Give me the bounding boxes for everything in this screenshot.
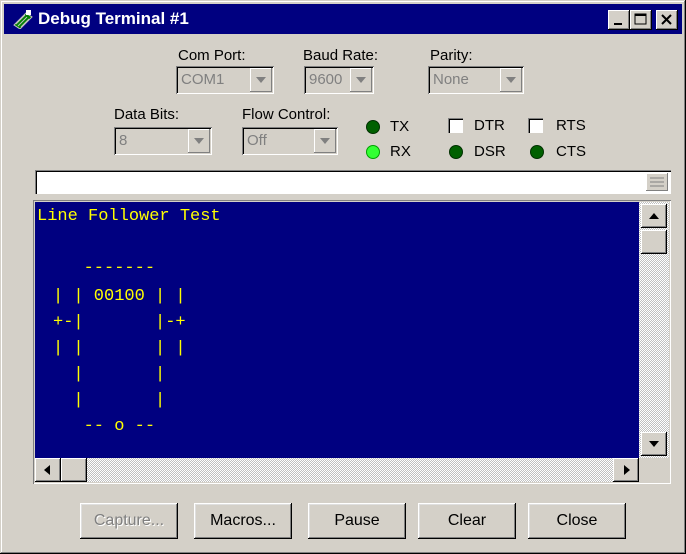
- receive-terminal[interactable]: Line Follower Test ------- | | 00100 | |…: [35, 202, 639, 458]
- chevron-down-icon: [320, 138, 330, 144]
- parity-value: None: [433, 71, 469, 88]
- arrow-up-icon: [649, 213, 659, 219]
- chevron-down-icon: [194, 138, 204, 144]
- rx-label: RX: [390, 143, 411, 160]
- rts-label: RTS: [556, 117, 586, 134]
- data-bits-dropdown-button[interactable]: [188, 129, 210, 153]
- cts-led: [530, 145, 544, 159]
- scrollbar-corner: [639, 458, 669, 482]
- terminal-line: +-| |-+: [53, 313, 186, 332]
- terminal-line: | |: [53, 365, 166, 384]
- terminal-line: -------: [53, 259, 156, 278]
- minimize-icon: [614, 23, 622, 25]
- parity-label: Parity:: [430, 47, 473, 64]
- menu-lines-icon: [650, 177, 664, 187]
- window-title: Debug Terminal #1: [38, 9, 189, 28]
- baud-rate-label: Baud Rate:: [303, 47, 379, 64]
- com-port-select[interactable]: COM1: [176, 66, 274, 94]
- minimize-button[interactable]: [608, 10, 630, 30]
- baud-rate-dropdown-button[interactable]: [350, 68, 372, 92]
- scroll-left-button[interactable]: [35, 458, 61, 482]
- title-bar[interactable]: Debug Terminal #1: [4, 4, 682, 34]
- horizontal-scrollbar[interactable]: [35, 458, 639, 482]
- terminal-line: | | | |: [53, 339, 186, 358]
- parity-select[interactable]: None: [428, 66, 524, 94]
- transmit-input[interactable]: [35, 170, 671, 194]
- scroll-up-button[interactable]: [641, 204, 667, 228]
- dsr-led: [449, 145, 463, 159]
- flow-control-value: Off: [247, 132, 267, 149]
- com-port-dropdown-button[interactable]: [250, 68, 272, 92]
- terminal-line: Line Follower Test: [37, 207, 221, 226]
- rts-checkbox[interactable]: [528, 118, 543, 133]
- scroll-thumb[interactable]: [641, 230, 667, 254]
- scroll-right-button[interactable]: [613, 458, 639, 482]
- chevron-down-icon: [506, 77, 516, 83]
- dtr-label: DTR: [474, 117, 505, 134]
- flow-control-label: Flow Control:: [242, 106, 331, 123]
- chevron-down-icon: [356, 77, 366, 83]
- hscroll-thumb[interactable]: [61, 458, 87, 482]
- rx-led: [366, 145, 380, 159]
- macros-button[interactable]: Macros...: [194, 503, 292, 539]
- data-bits-value: 8: [119, 132, 128, 149]
- maximize-icon: [634, 13, 647, 25]
- dtr-checkbox[interactable]: [448, 118, 463, 133]
- arrow-left-icon: [44, 465, 50, 475]
- terminal-line: | | 00100 | |: [53, 287, 186, 306]
- com-port-value: COM1: [181, 71, 225, 88]
- tx-label: TX: [390, 118, 410, 135]
- clear-button[interactable]: Clear: [418, 503, 516, 539]
- debug-terminal-window: Debug Terminal #1 Com Port: COM1 Baud Ra…: [0, 0, 686, 554]
- data-bits-label: Data Bits:: [114, 106, 180, 123]
- com-port-label: Com Port:: [178, 47, 246, 64]
- close-button[interactable]: Close: [528, 503, 626, 539]
- scroll-down-button[interactable]: [641, 432, 667, 456]
- parity-dropdown-button[interactable]: [500, 68, 522, 92]
- data-bits-select[interactable]: 8: [114, 127, 212, 155]
- baud-rate-value: 9600: [309, 71, 343, 88]
- close-icon: [661, 14, 672, 25]
- stamp-board-icon: [13, 10, 33, 29]
- tx-led: [366, 120, 380, 134]
- terminal-line: | |: [53, 391, 166, 410]
- cts-label: CTS: [556, 143, 586, 160]
- chevron-down-icon: [256, 77, 266, 83]
- pause-button[interactable]: Pause: [308, 503, 406, 539]
- arrow-down-icon: [649, 441, 659, 447]
- dsr-label: DSR: [474, 143, 506, 160]
- close-window-button[interactable]: [656, 10, 678, 30]
- capture-button[interactable]: Capture...: [80, 503, 178, 539]
- flow-control-select[interactable]: Off: [242, 127, 338, 155]
- baud-rate-select[interactable]: 9600: [304, 66, 374, 94]
- transmit-options-button[interactable]: [646, 173, 668, 191]
- arrow-right-icon: [624, 465, 630, 475]
- vertical-scrollbar[interactable]: [639, 202, 669, 458]
- flow-control-dropdown-button[interactable]: [314, 129, 336, 153]
- terminal-line: -- o --: [53, 417, 156, 436]
- maximize-button[interactable]: [630, 10, 652, 30]
